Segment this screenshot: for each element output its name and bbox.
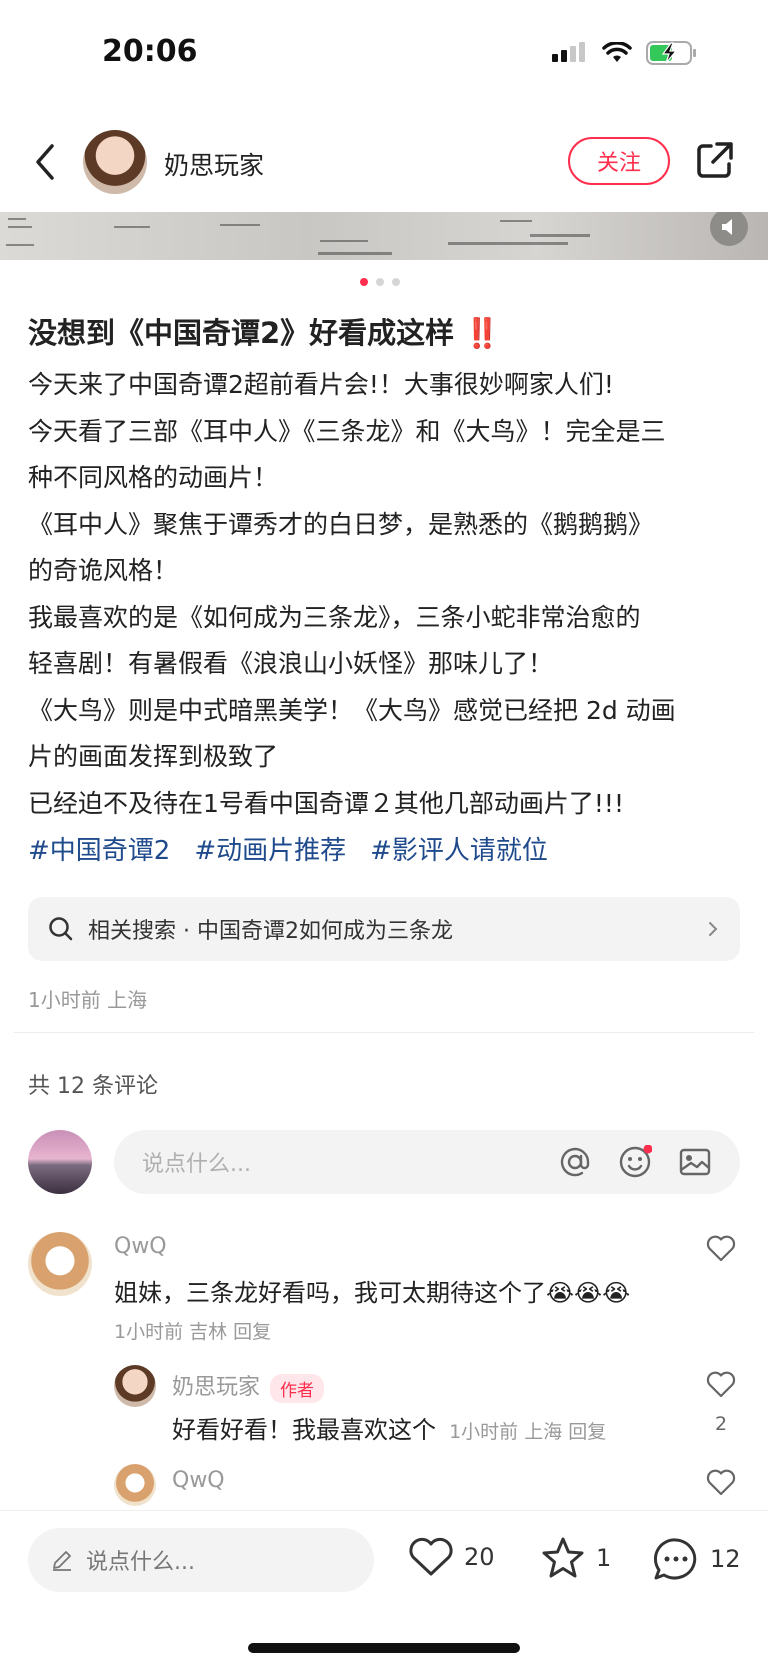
post-body-line: 片的画面发挥到极致了 [28, 742, 279, 771]
battery-charging-icon [646, 41, 696, 65]
reply-text: 好看好看！我最喜欢这个 [172, 1416, 436, 1444]
hashtag-link[interactable]: #动画片推荐 [194, 830, 346, 867]
mention-icon[interactable] [558, 1145, 592, 1179]
reply-avatar[interactable] [114, 1464, 156, 1506]
comment-text: 姐妹，三条龙好看吗，我可太期待这个了😭😭😭 [114, 1273, 630, 1308]
commenter-avatar[interactable] [28, 1232, 92, 1296]
heart-icon [409, 1537, 453, 1576]
carousel-indicator [360, 278, 400, 286]
comment-count: 共 12 条评论 [28, 1074, 158, 1099]
status-time: 20:06 [102, 34, 198, 69]
carousel-dot [360, 278, 368, 286]
search-icon [49, 917, 73, 941]
comment-button[interactable]: 12 [652, 1536, 741, 1582]
emoji-icon[interactable] [618, 1145, 652, 1179]
author-avatar[interactable] [83, 130, 147, 194]
image-icon[interactable] [678, 1145, 712, 1179]
wifi-icon [602, 42, 632, 62]
author-badge: 作者 [270, 1373, 325, 1403]
heart-icon[interactable] [706, 1468, 736, 1496]
post-body-line: 《耳中人》聚焦于谭秀才的白日梦，是熟悉的《鹅鹅鹅》 [28, 509, 654, 539]
reply-username[interactable]: QwQ [172, 1468, 225, 1493]
post-body-line: 今天来了中国奇谭2超前看片会!！大事很妙啊家人们! [28, 370, 614, 399]
reply-meta[interactable]: 1小时前 上海 回复 [449, 1421, 606, 1443]
reply-username[interactable]: 奶思玩家 [172, 1375, 260, 1400]
reply-like-count: 2 [715, 1413, 728, 1435]
reply-body: 好看好看！我最喜欢这个 1小时前 上海 回复 [172, 1410, 606, 1445]
post-body-line: 我最喜欢的是《如何成为三条龙》，三条小蛇非常治愈的 [28, 602, 641, 632]
comment-meta[interactable]: 1小时前 吉林 回复 [114, 1317, 271, 1344]
comment-input-placeholder: 说点什么... [142, 1152, 251, 1177]
related-search-bar[interactable]: 相关搜索 · 中国奇谭2如何成为三条龙 [28, 897, 740, 961]
post-body-line: 已经迫不及待在1号看中国奇谭２其他几部动画片了!!! [28, 788, 624, 818]
status-icons [552, 40, 698, 66]
home-indicator[interactable] [248, 1643, 520, 1653]
post-body-line: 《大鸟》则是中式暗黑美学！《大鸟》感觉已经把 2d 动画 [28, 695, 676, 725]
post-image-texture [6, 218, 590, 255]
post-body-line: 的奇诡风格！ [28, 556, 179, 585]
crying-emoji-icon: 😭😭😭 [546, 1279, 631, 1307]
comment-input[interactable]: 说点什么... [114, 1130, 740, 1194]
double-exclamation-icon: ‼️ [464, 316, 501, 350]
heart-icon[interactable] [706, 1234, 736, 1262]
hashtag-link[interactable]: #中国奇谭2 [28, 830, 170, 867]
hashtag-list: #中国奇谭2 #动画片推荐 #影评人请就位 [28, 830, 548, 867]
cellular-signal-icon [552, 42, 585, 62]
carousel-dot [376, 278, 384, 286]
carousel-dot [392, 278, 400, 286]
collect-button[interactable]: 1 [540, 1536, 611, 1580]
heart-icon[interactable] [706, 1370, 736, 1398]
pencil-icon [53, 1551, 71, 1571]
comment-total: 12 [710, 1545, 741, 1573]
star-count: 1 [596, 1544, 612, 1572]
hashtag-link[interactable]: #影评人请就位 [370, 830, 548, 867]
comment-text-body: 姐妹，三条龙好看吗，我可太期待这个了 [114, 1279, 546, 1307]
post-title: 没想到《中国奇谭2》好看成这样 ‼️ [28, 310, 500, 352]
bottom-input-placeholder: 说点什么... [86, 1550, 195, 1575]
divider [14, 1032, 754, 1033]
post-body: 今天来了中国奇谭2超前看片会!！大事很妙啊家人们! 今天看了三部《耳中人》《三条… [28, 362, 740, 827]
author-name[interactable]: 奶思玩家 [164, 146, 264, 182]
comment-username[interactable]: QwQ [114, 1234, 167, 1259]
star-icon [542, 1537, 584, 1578]
post-image[interactable] [0, 212, 768, 260]
mute-button[interactable] [710, 212, 748, 246]
like-button[interactable]: 20 [408, 1536, 495, 1578]
post-body-line: 今天看了三部《耳中人》《三条龙》和《大鸟》！完全是三 [28, 416, 666, 446]
my-avatar [28, 1130, 92, 1194]
post-body-line: 轻喜剧！有暑假看《浪浪山小妖怪》那味儿了！ [28, 649, 554, 678]
speaker-muted-icon [722, 219, 732, 235]
post-title-text: 没想到《中国奇谭2》好看成这样 [28, 316, 455, 350]
related-search-text: 相关搜索 · 中国奇谭2如何成为三条龙 [88, 919, 453, 944]
comment-bubble-icon [653, 1538, 697, 1580]
back-icon[interactable] [30, 140, 60, 184]
chevron-right-icon [709, 922, 718, 936]
reply-username-row: 奶思玩家 作者 [172, 1369, 325, 1403]
like-count: 20 [464, 1543, 495, 1571]
follow-button[interactable]: 关注 [568, 137, 670, 185]
reply-avatar[interactable] [114, 1365, 156, 1407]
bottom-comment-input[interactable]: 说点什么... [28, 1528, 374, 1592]
share-icon[interactable] [695, 140, 735, 180]
post-meta: 1小时前 上海 [28, 988, 148, 1012]
post-body-line: 种不同风格的动画片！ [28, 463, 279, 492]
